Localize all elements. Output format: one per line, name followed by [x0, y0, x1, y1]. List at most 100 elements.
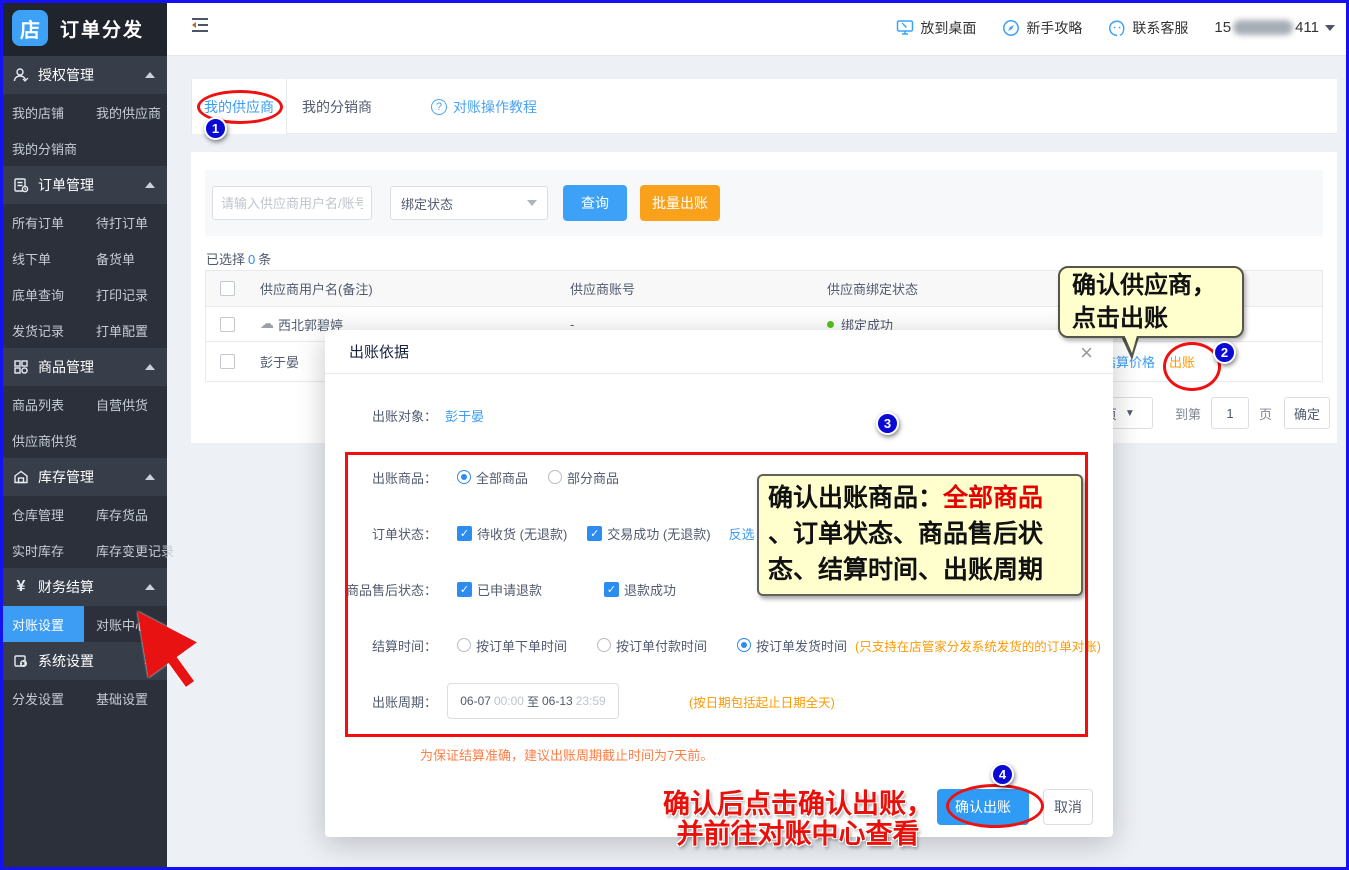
logo-area: 店 订单分发: [0, 0, 167, 56]
sidebar-item-self-supply[interactable]: 自营供货: [84, 386, 167, 422]
sidebar-item-warehouse-mgmt[interactable]: 仓库管理: [0, 496, 84, 532]
sidebar-group-inventory[interactable]: 库存管理: [0, 458, 167, 496]
goto-label: 到第: [1175, 404, 1201, 423]
sidebar-item-all-orders[interactable]: 所有订单: [0, 204, 84, 240]
order-icon: [12, 176, 30, 194]
sidebar-item-to-print[interactable]: 待打订单: [84, 204, 167, 240]
radio-icon[interactable]: [457, 638, 471, 652]
select-all-checkbox[interactable]: [220, 281, 235, 296]
tab-my-distributors[interactable]: 我的分销商: [287, 79, 387, 134]
sidebar-item-supplier-supply[interactable]: 供应商供货: [0, 422, 84, 458]
collapse-arrow-icon: [145, 364, 155, 370]
account-menu[interactable]: 15 411: [1214, 19, 1335, 36]
beginner-guide-button[interactable]: 新手攻略: [1002, 18, 1082, 38]
sidebar-item-realtime-stock[interactable]: 实时库存: [0, 532, 84, 568]
radio-icon[interactable]: [548, 470, 562, 484]
annotation-bottom-note: 确认后点击确认出账， 并前往对账中心查看: [648, 789, 948, 849]
batch-billing-button[interactable]: 批量出账: [640, 185, 720, 221]
checkbox-refund-applied[interactable]: ✓ 已申请退款: [457, 580, 542, 599]
radio-partial-goods[interactable]: 部分商品: [548, 468, 619, 487]
contact-support-label: 联系客服: [1132, 18, 1188, 38]
checkbox-awaiting-receipt[interactable]: ✓ 待收货 (无退款): [457, 524, 567, 543]
sidebar-item-my-suppliers[interactable]: 我的供应商: [84, 94, 167, 130]
sidebar-item-print-config[interactable]: 打单配置: [84, 312, 167, 348]
cancel-button[interactable]: 取消: [1043, 789, 1093, 825]
sidebar-item-stockup[interactable]: 备货单: [84, 240, 167, 276]
reconcile-tutorial-link[interactable]: ? 对账操作教程: [431, 79, 537, 134]
bind-status-select[interactable]: 绑定状态: [390, 186, 548, 220]
confirm-billing-button[interactable]: 确认出账: [937, 789, 1029, 825]
radio-label: 按订单发货时间: [756, 636, 847, 655]
invert-selection-link[interactable]: 反选: [729, 524, 755, 543]
sidebar-items-orders: 所有订单 待打订单 线下单 备货单 底单查询 打印记录 发货记录 打单配置: [0, 204, 167, 348]
collapse-arrow-icon: [145, 72, 155, 78]
selection-count: 0: [248, 252, 255, 267]
checkbox-trade-success[interactable]: ✓ 交易成功 (无退款): [587, 524, 710, 543]
billing-link[interactable]: 出账: [1169, 352, 1195, 371]
sidebar-items-products: 商品列表 自营供货 供应商供货: [0, 386, 167, 458]
checkbox-label: 已申请退款: [477, 580, 542, 599]
period-end-time: 23:59: [576, 694, 606, 708]
radio-label: 按订单下单时间: [476, 636, 567, 655]
bottom-note-line1: 确认后点击确认出账，: [663, 789, 933, 819]
radio-icon[interactable]: [597, 638, 611, 652]
checkbox-refund-success[interactable]: ✓ 退款成功: [604, 580, 676, 599]
sidebar-item-receipt-search[interactable]: 底单查询: [0, 276, 84, 312]
checkbox-icon[interactable]: ✓: [457, 582, 472, 597]
annotation-callout-bubble: 确认供应商， 点击出账: [1058, 266, 1244, 338]
checkbox-icon[interactable]: ✓: [457, 526, 472, 541]
sidebar-items-inventory: 仓库管理 库存货品 实时库存 库存变更记录: [0, 496, 167, 568]
sidebar-group-products[interactable]: 商品管理: [0, 348, 167, 386]
radio-by-pay-time[interactable]: 按订单付款时间: [597, 636, 707, 655]
sidebar-item-ship-log[interactable]: 发货记录: [0, 312, 84, 348]
reconcile-tutorial-label: 对账操作教程: [453, 97, 537, 117]
radio-icon[interactable]: [737, 638, 751, 652]
sidebar-item-my-distributors[interactable]: 我的分销商: [0, 130, 84, 166]
billing-target-row: 出账对象： 彭于晏: [325, 406, 1113, 425]
checkbox-label: 待收货 (无退款): [477, 524, 567, 543]
collapse-arrow-icon: [145, 182, 155, 188]
query-button[interactable]: 查询: [563, 185, 627, 221]
radio-by-order-time[interactable]: 按订单下单时间: [457, 636, 567, 655]
sidebar-group-label: 库存管理: [38, 467, 94, 487]
radio-all-goods[interactable]: 全部商品: [457, 468, 528, 487]
bottom-note-line2: 并前往对账中心查看: [677, 819, 920, 849]
row-checkbox[interactable]: [220, 354, 235, 369]
sidebar-group-finance[interactable]: ¥ 财务结算: [0, 568, 167, 606]
app-logo: 店: [12, 10, 48, 46]
billing-target-value[interactable]: 彭于晏: [445, 406, 484, 425]
note-line2: 、订单状态、商品售后状: [768, 521, 1043, 548]
sidebar-item-stock-goods[interactable]: 库存货品: [84, 496, 167, 532]
contact-support-button[interactable]: 联系客服: [1108, 18, 1188, 38]
sidebar-item-stock-change-log[interactable]: 库存变更记录: [84, 532, 167, 568]
after-sale-label: 商品售后状态：: [345, 580, 437, 599]
sidebar-item-reconcile-settings[interactable]: 对账设置: [0, 606, 84, 642]
sidebar-item-print-log[interactable]: 打印记录: [84, 276, 167, 312]
checkbox-icon[interactable]: ✓: [587, 526, 602, 541]
goto-page-button[interactable]: 确定: [1284, 397, 1330, 429]
radio-label: 按订单付款时间: [616, 636, 707, 655]
close-icon[interactable]: ×: [1076, 338, 1097, 368]
page-number-input[interactable]: [1211, 397, 1249, 429]
sidebar-item-offline[interactable]: 线下单: [0, 240, 84, 276]
period-to-label: 至: [527, 693, 539, 710]
collapse-sidebar-icon[interactable]: [189, 15, 211, 40]
send-to-desktop-button[interactable]: 放到桌面: [896, 18, 976, 38]
radio-by-ship-time[interactable]: 按订单发货时间: [737, 636, 847, 655]
sidebar-items-auth: 我的店铺 我的供应商 我的分销商: [0, 94, 167, 166]
supplier-search-input[interactable]: [212, 186, 372, 220]
sidebar-group-auth[interactable]: 授权管理: [0, 56, 167, 94]
checkbox-icon[interactable]: ✓: [604, 582, 619, 597]
app-title: 订单分发: [60, 15, 144, 42]
desktop-icon: [896, 19, 914, 36]
sidebar-item-my-shops[interactable]: 我的店铺: [0, 94, 84, 130]
row-checkbox[interactable]: [220, 317, 235, 332]
selection-prefix: 已选择: [206, 252, 245, 267]
billing-period-range-input[interactable]: 06-07 00:00 至 06-13 23:59: [447, 683, 619, 719]
sidebar-item-distribution-settings[interactable]: 分发设置: [0, 680, 84, 716]
topbar: 放到桌面 新手攻略 联系客服 15 411: [167, 0, 1349, 56]
sidebar-item-product-list[interactable]: 商品列表: [0, 386, 84, 422]
sidebar-group-orders[interactable]: 订单管理: [0, 166, 167, 204]
radio-icon[interactable]: [457, 470, 471, 484]
billing-period-row: 出账周期： 06-07 00:00 至 06-13 23:59 (按日期包括起止…: [325, 673, 1113, 729]
